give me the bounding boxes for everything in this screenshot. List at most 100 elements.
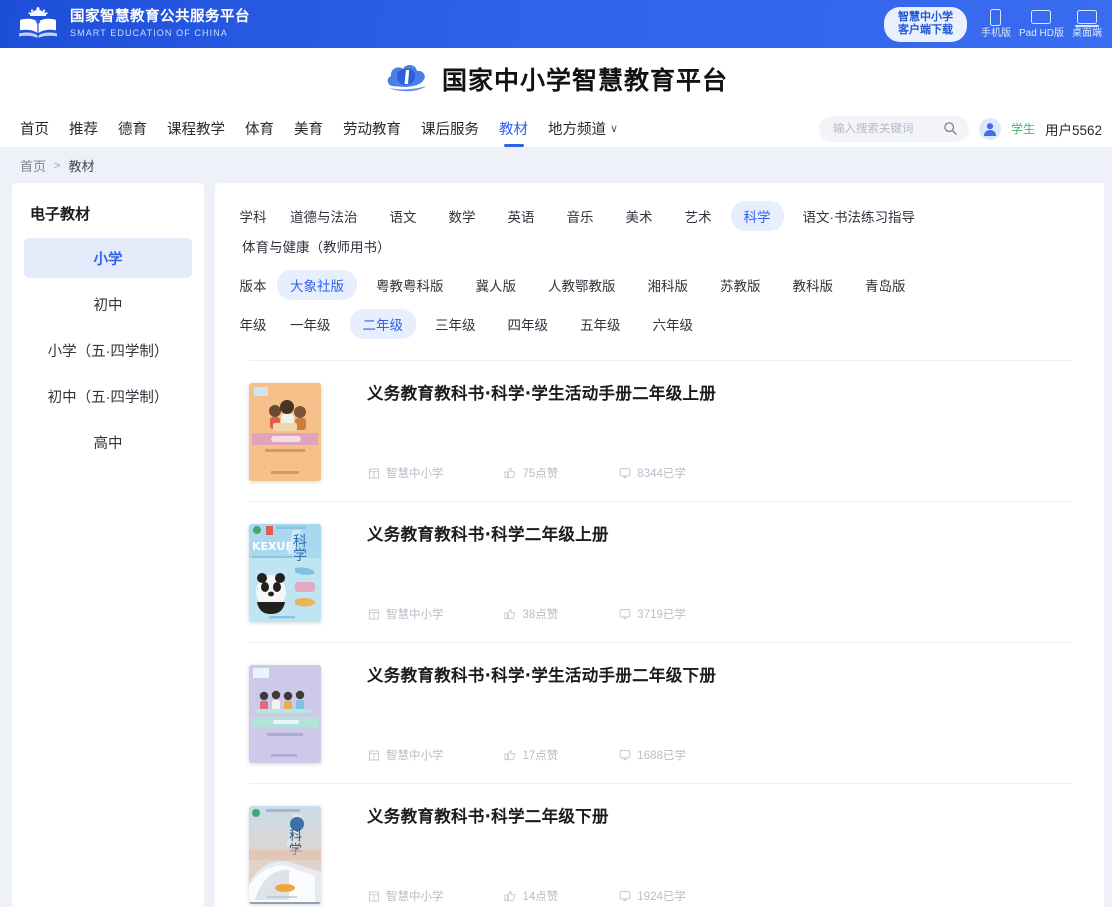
book-cover-blue-panda[interactable]: KEXUE 科 学 xyxy=(249,524,321,622)
user-name[interactable]: 用户5562 xyxy=(1045,119,1102,139)
sidebar-item-primary[interactable]: 小学 xyxy=(24,238,192,278)
chevron-down-icon: ∨ xyxy=(610,123,619,135)
monitor-icon xyxy=(618,608,631,621)
filter-option-grade4[interactable]: 四年级 xyxy=(495,309,562,339)
search-icon[interactable] xyxy=(941,119,961,139)
nav-label-labor: 劳动教育 xyxy=(343,122,401,138)
filter-option-calligraphy[interactable]: 语文·书法练习指导 xyxy=(790,201,929,231)
breadcrumb-separator: > xyxy=(54,159,61,172)
filter-label-subject: 学科 xyxy=(239,210,267,225)
filter-option-art[interactable]: 艺术 xyxy=(672,201,725,231)
sidebar-item-senior[interactable]: 高中 xyxy=(24,422,192,462)
platform-link-mobile[interactable]: 手机版 xyxy=(981,8,1011,40)
client-download-button[interactable]: 智慧中小学 客户端下载 xyxy=(883,6,967,42)
breadcrumb-home[interactable]: 首页 xyxy=(20,156,46,175)
filter-option-chinese[interactable]: 语文 xyxy=(377,201,430,231)
meta-likes: 17点赞 xyxy=(504,747,558,763)
nav-item-moral[interactable]: 德育 xyxy=(108,110,157,148)
nav-label-home: 首页 xyxy=(20,122,49,138)
sidebar-item-label: 小学（五·四学制） xyxy=(47,343,169,360)
filter-option-pe-teacher[interactable]: 体育与健康（教师用书） xyxy=(229,231,404,261)
platform-link-pad[interactable]: Pad HD版 xyxy=(1019,8,1064,40)
filter-row-grade: 年级 一年级 二年级 三年级 四年级 五年级 六年级 xyxy=(229,309,1084,339)
nav-label-local-channel: 地方频道 xyxy=(548,122,606,138)
filter-option-grade6[interactable]: 六年级 xyxy=(640,309,707,339)
filter-option-xiangke[interactable]: 湘科版 xyxy=(635,270,702,300)
book-title[interactable]: 义务教育教科书·科学二年级下册 xyxy=(367,806,1072,828)
meta-learners-text: 8344已学 xyxy=(637,468,686,480)
download-label-line1: 智慧中小学 xyxy=(897,10,953,23)
sidebar-item-primary-54[interactable]: 小学（五·四学制） xyxy=(24,330,192,370)
book-cover-train[interactable]: 科 学 xyxy=(249,806,321,904)
thumbs-up-icon xyxy=(504,749,517,762)
filter-option-grade3[interactable]: 三年级 xyxy=(422,309,489,339)
filter-option-sujiao[interactable]: 苏教版 xyxy=(707,270,774,300)
sidebar-item-label: 小学 xyxy=(93,251,123,268)
avatar[interactable] xyxy=(978,117,1001,140)
filter-option-grade1[interactable]: 一年级 xyxy=(277,309,344,339)
open-book-logo-icon xyxy=(16,7,60,41)
filter-option-jiren[interactable]: 冀人版 xyxy=(463,270,530,300)
phone-icon xyxy=(990,8,1002,26)
nav-item-textbooks[interactable]: 教材 xyxy=(489,110,538,148)
nav-item-arts[interactable]: 美育 xyxy=(284,110,333,148)
book-info: 义务教育教科书·科学·学生活动手册二年级上册 智慧中小学 75点赞 8344已学 xyxy=(321,383,1072,481)
nav-item-recommend[interactable]: 推荐 xyxy=(59,110,108,148)
book-cover-orange-kids[interactable] xyxy=(249,383,321,481)
filter-option-yuejiao[interactable]: 粤教粤科版 xyxy=(363,270,457,300)
svg-text:学: 学 xyxy=(293,548,307,564)
list-item[interactable]: 科 学 义务教育教科书·科学二年级下册 xyxy=(249,783,1072,907)
filter-option-fineart[interactable]: 美术 xyxy=(613,201,666,231)
meta-publisher-text: 智慧中小学 xyxy=(386,609,444,621)
sidebar-item-junior[interactable]: 初中 xyxy=(24,284,192,324)
building-icon xyxy=(367,608,380,621)
search-input[interactable] xyxy=(832,122,941,135)
book-title[interactable]: 义务教育教科书·科学二年级上册 xyxy=(367,524,1072,546)
platform-link-desktop[interactable]: 桌面端 xyxy=(1072,8,1102,40)
topbar-actions: 智慧中小学 客户端下载 手机版 Pad HD版 桌面端 xyxy=(883,6,1112,42)
nav-item-home[interactable]: 首页 xyxy=(10,110,59,148)
sidebar-item-label: 高中 xyxy=(93,435,123,452)
building-icon xyxy=(367,890,380,903)
list-item[interactable]: 义务教育教科书·科学·学生活动手册二年级上册 智慧中小学 75点赞 8344已学 xyxy=(249,360,1072,501)
nav-item-sports[interactable]: 体育 xyxy=(235,110,284,148)
filter-option-jiaoke[interactable]: 教科版 xyxy=(780,270,847,300)
nav-item-afterschool[interactable]: 课后服务 xyxy=(411,110,489,148)
nav-item-local-channel[interactable]: 地方频道 ∨ xyxy=(538,110,628,148)
filter-option-english[interactable]: 英语 xyxy=(495,201,548,231)
list-item[interactable]: 义务教育教科书·科学·学生活动手册二年级下册 智慧中小学 17点赞 1688已学 xyxy=(249,642,1072,783)
book-title[interactable]: 义务教育教科书·科学·学生活动手册二年级下册 xyxy=(367,665,1072,687)
meta-publisher: 智慧中小学 xyxy=(367,888,444,904)
filter-option-science[interactable]: 科学 xyxy=(730,201,784,231)
smart-education-brand[interactable]: 国家智慧教育公共服务平台 SMART EDUCATION OF CHINA xyxy=(0,7,250,41)
meta-learners-text: 3719已学 xyxy=(637,609,686,621)
book-cover-lavender-kids[interactable] xyxy=(249,665,321,763)
page-layout: 电子教材 小学 初中 小学（五·四学制） 初中（五·四学制） 高中 学科 道德与… xyxy=(0,183,1112,907)
list-item[interactable]: KEXUE 科 学 义务教育教科书·科学二年级上册 智慧中小学 38点赞 371… xyxy=(249,501,1072,642)
filter-option-music[interactable]: 音乐 xyxy=(554,201,607,231)
search-box[interactable] xyxy=(818,115,969,142)
svg-text:科: 科 xyxy=(289,829,302,844)
platform-label-pad: Pad HD版 xyxy=(1018,28,1064,39)
meta-likes: 14点赞 xyxy=(504,888,558,904)
book-info: 义务教育教科书·科学二年级下册 智慧中小学 14点赞 1924已学 xyxy=(321,806,1072,904)
brand-title-cn: 国家智慧教育公共服务平台 xyxy=(70,9,250,25)
nav-item-labor[interactable]: 劳动教育 xyxy=(333,110,411,148)
filter-label-version: 版本 xyxy=(239,279,267,294)
sidebar-item-junior-54[interactable]: 初中（五·四学制） xyxy=(24,376,192,416)
nav-label-recommend: 推荐 xyxy=(69,122,98,138)
filter-option-math[interactable]: 数学 xyxy=(436,201,489,231)
meta-likes: 75点赞 xyxy=(504,465,558,481)
page-banner-title: 国家中小学智慧教育平台 xyxy=(441,66,728,95)
filter-option-daxiang[interactable]: 大象社版 xyxy=(277,270,357,300)
filter-option-grade2[interactable]: 二年级 xyxy=(349,309,416,339)
filter-option-morality[interactable]: 道德与法治 xyxy=(277,201,371,231)
breadcrumb: 首页 > 教材 xyxy=(0,148,1112,183)
nav-item-curriculum[interactable]: 课程教学 xyxy=(157,110,235,148)
filter-option-grade5[interactable]: 五年级 xyxy=(567,309,634,339)
filter-option-qingdao[interactable]: 青岛版 xyxy=(852,270,919,300)
meta-publisher-text: 智慧中小学 xyxy=(386,468,444,480)
filter-option-renjiaoejiao[interactable]: 人教鄂教版 xyxy=(535,270,629,300)
cloud-book-logo-icon xyxy=(384,56,432,103)
book-title[interactable]: 义务教育教科书·科学·学生活动手册二年级上册 xyxy=(367,383,1072,405)
